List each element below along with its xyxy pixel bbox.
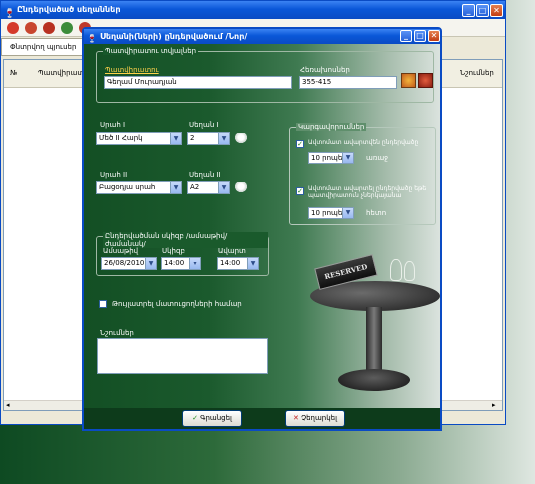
search-tab-label: Փնտրվող պյուսեր	[10, 43, 77, 51]
scroll-left-icon[interactable]: ◂	[6, 401, 10, 409]
toolbar-edit-icon[interactable]	[25, 22, 37, 34]
datetime-group-label: Ընդերվածման սկիզբ /ամսաթիվ/ժամանակ/	[103, 232, 268, 248]
reminder2-value: 10 րոպե	[311, 209, 343, 217]
to-value: 14:00	[220, 259, 241, 267]
table1-label: Սեղան I	[189, 121, 219, 129]
chevron-down-icon[interactable]: ▼	[218, 182, 229, 193]
waiter-access-label: Թույլատրել մատուցողների համար	[112, 300, 242, 308]
reminder1-checkbox[interactable]: ✓	[296, 140, 304, 148]
dialog-maximize-button[interactable]: □	[414, 30, 426, 42]
wine-glass-icon	[404, 261, 415, 281]
customer-input[interactable]: Գեղամ Մուրադյան	[104, 76, 292, 89]
date-label: Ամսաթիվ	[103, 247, 139, 255]
reminder1-text: Ավտոմատ ավարտվեն ընդերվածը	[308, 139, 419, 146]
reminder2-text: Ավտոմատ ավարտել ընդերվածը եթե պատվիրատու…	[308, 185, 427, 199]
date-picker[interactable]: 26/08/2010 ▼	[101, 257, 157, 270]
datetime-group: Ընդերվածման սկիզբ /ամսաթիվ/ժամանակ/ Ամսա…	[96, 232, 269, 276]
phone-label: Հեռախոսներ	[300, 66, 350, 74]
customer-add-icon[interactable]	[418, 73, 433, 88]
reserved-sign-text: RESERVED	[323, 261, 369, 282]
chevron-down-icon[interactable]: ▼	[170, 133, 181, 144]
chevron-down-icon[interactable]: ▼	[342, 208, 353, 218]
reminder1-select[interactable]: 10 րոպե ▼	[308, 152, 354, 164]
from-value: 14:00	[164, 259, 185, 267]
maximize-button[interactable]: □	[476, 4, 489, 17]
save-button-label: Գրանցել	[200, 414, 232, 422]
notes-textarea[interactable]	[97, 338, 268, 374]
col-notes[interactable]: Նշումներ	[460, 69, 494, 77]
minimize-button[interactable]: _	[462, 4, 475, 17]
table2-value: A2	[190, 183, 200, 191]
toolbar-refresh-icon[interactable]	[61, 22, 73, 34]
table1-value: 2	[190, 134, 195, 142]
reminder1-suffix: առաջ	[366, 154, 389, 162]
wine-glass-icon	[390, 259, 402, 281]
table2-icon[interactable]	[234, 182, 248, 193]
from-label: Սկիզբ	[162, 247, 185, 255]
main-title-bar: 🍷 Ընդերվածած սեղաններ _ □ ✕	[1, 1, 505, 19]
save-button[interactable]: ✓ Գրանցել	[182, 410, 242, 427]
hall2-select[interactable]: Բացօդյա սրահ ▼	[96, 181, 182, 194]
phone-input[interactable]: 355-415	[299, 76, 397, 89]
customer-group: Պատվիրատու տվյալներ Պատվիրատու Գեղամ Մու…	[96, 47, 434, 103]
dialog-minimize-button[interactable]: _	[400, 30, 412, 42]
table-base	[338, 369, 410, 391]
customer-group-label: Պատվիրատու տվյալներ	[103, 47, 199, 55]
settings-group-label: Կարգավորումներ	[296, 123, 367, 131]
hall1-select[interactable]: Մեծ II Հարկ ▼	[96, 132, 182, 145]
dialog-title: Սեղանի(ների) ընդերվածում /Նոր/	[100, 32, 248, 41]
dialog-button-bar: ✓ Գրանցել ✕ Չեղարկել	[84, 408, 440, 429]
hall2-label: Սրահ II	[100, 171, 128, 179]
chevron-down-icon[interactable]: ▼	[342, 153, 353, 163]
spinner-icon[interactable]: ▾	[189, 258, 200, 269]
date-value: 26/08/2010	[104, 259, 145, 267]
hall1-value: Մեծ II Հարկ	[99, 134, 143, 142]
checkmark-icon: ✓	[192, 414, 198, 422]
reminder2-checkbox[interactable]: ✓	[296, 187, 304, 195]
settings-group: Կարգավորումներ ✓ Ավտոմատ ավարտվեն ընդերվ…	[289, 123, 436, 225]
table2-label: Սեղան II	[189, 171, 221, 179]
hall1-label: Սրահ I	[100, 121, 126, 129]
cancel-button[interactable]: ✕ Չեղարկել	[285, 410, 345, 427]
customer-search-icon[interactable]	[401, 73, 416, 88]
toolbar-new-icon[interactable]	[7, 22, 19, 34]
to-time[interactable]: 14:00 ▼	[217, 257, 259, 270]
close-button[interactable]: ✕	[490, 4, 503, 17]
table1-select[interactable]: 2 ▼	[187, 132, 230, 145]
from-time[interactable]: 14:00 ▾	[161, 257, 201, 270]
search-tab[interactable]: Փնտրվող պյուսեր	[1, 38, 83, 56]
reminder2-suffix: հետո	[366, 209, 387, 217]
reservation-dialog: 🍷 Սեղանի(ների) ընդերվածում /Նոր/ _ □ ✕ Պ…	[82, 27, 442, 431]
chevron-down-icon[interactable]: ▼	[145, 258, 156, 269]
hall2-value: Բացօդյա սրահ	[99, 183, 156, 191]
dialog-close-button[interactable]: ✕	[428, 30, 440, 42]
cancel-x-icon: ✕	[292, 414, 299, 422]
table-leg	[366, 307, 382, 377]
col-number[interactable]: №	[10, 69, 17, 77]
notes-label: Նշումներ	[100, 329, 134, 337]
chevron-down-icon[interactable]: ▼	[218, 133, 229, 144]
to-label: Ավարտ	[218, 247, 246, 255]
scroll-right-icon[interactable]: ▸	[492, 401, 496, 409]
reminder1-value: 10 րոպե	[311, 154, 343, 162]
main-window-title: Ընդերվածած սեղաններ	[17, 5, 121, 14]
table1-icon[interactable]	[234, 133, 248, 144]
dialog-title-bar: 🍷 Սեղանի(ների) ընդերվածում /Նոր/ _ □ ✕	[84, 29, 440, 44]
chevron-down-icon[interactable]: ▼	[170, 182, 181, 193]
toolbar-delete-icon[interactable]	[43, 22, 55, 34]
chevron-down-icon[interactable]: ▼	[247, 258, 258, 269]
reminder2-select[interactable]: 10 րոպե ▼	[308, 207, 354, 219]
table2-select[interactable]: A2 ▼	[187, 181, 230, 194]
customer-label: Պատվիրատու	[105, 66, 159, 74]
waiter-access-checkbox[interactable]	[99, 300, 107, 308]
cancel-button-label: Չեղարկել	[301, 414, 337, 422]
reserved-table-image: RESERVED	[306, 254, 440, 399]
